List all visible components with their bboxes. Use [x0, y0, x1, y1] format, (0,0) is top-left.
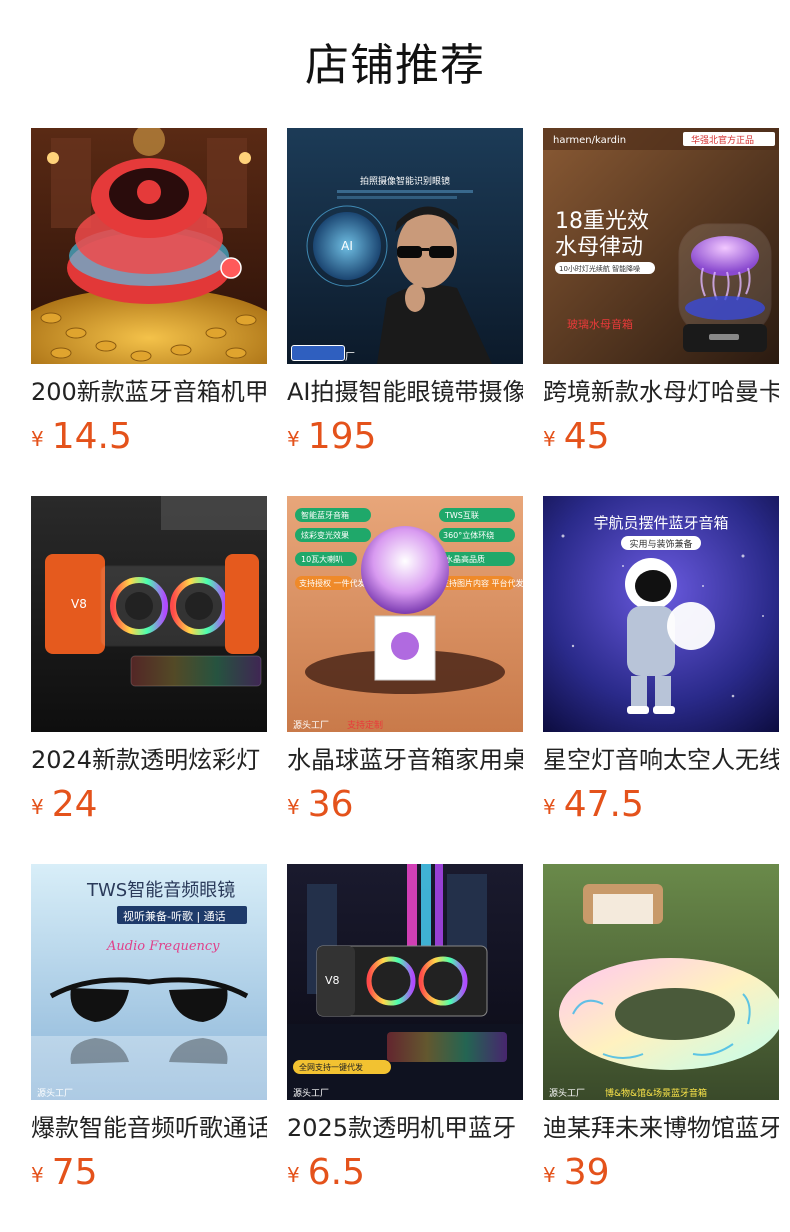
red-speaker-image: [31, 128, 267, 364]
product-card[interactable]: V8 2024新款透明炫彩灯 ¥24: [31, 496, 267, 864]
image-text: 视听兼备-听歌 | 通话: [123, 909, 226, 923]
product-image[interactable]: 拍照摄像智能识别眼镜 AI 源头工厂: [287, 128, 523, 364]
product-price: ¥195: [287, 416, 376, 458]
product-image[interactable]: [31, 128, 267, 364]
image-text: 宇航员摆件蓝牙音箱: [593, 514, 728, 532]
price-value: 45: [563, 416, 610, 457]
price-value: 24: [51, 784, 98, 825]
image-text: 实用与装饰兼备: [629, 538, 692, 550]
mecha-speaker-city-image: V8 全网支持一键代发 源头工厂: [287, 864, 523, 1100]
price-value: 6.5: [307, 1152, 365, 1193]
factory-badge: [291, 345, 345, 361]
transparent-speaker-image: V8: [31, 496, 267, 732]
product-image[interactable]: 宇航员摆件蓝牙音箱 实用与装饰兼备: [543, 496, 779, 732]
product-name[interactable]: 2024新款透明炫彩灯: [31, 744, 267, 776]
currency-symbol: ¥: [287, 427, 300, 451]
currency-symbol: ¥: [543, 1163, 556, 1187]
product-image[interactable]: 智能蓝牙音箱 炫彩变光效果 10瓦大喇叭 支持授权 一件代发 TWS互联 360…: [287, 496, 523, 732]
image-text: 水母律动: [555, 235, 643, 260]
image-text: V8: [71, 597, 87, 611]
product-price: ¥45: [543, 416, 610, 458]
product-image[interactable]: harmen/kardin 华强北官方正品 18重光效 水母律动 10小时灯光续…: [543, 128, 779, 364]
image-text: AI: [341, 239, 353, 253]
image-text: TWS互联: [444, 511, 479, 520]
product-price: ¥24: [31, 784, 98, 826]
price-value: 75: [51, 1152, 98, 1193]
image-text: 360°立体环绕: [443, 530, 494, 540]
product-card[interactable]: TWS智能音频眼镜 视听兼备-听歌 | 通话 Audio Frequency 源…: [31, 864, 267, 1232]
image-text: 智能蓝牙音箱: [301, 510, 349, 520]
price-value: 36: [307, 784, 354, 825]
product-price: ¥14.5: [31, 416, 132, 458]
product-card[interactable]: V8 全网支持一键代发 源头工厂 2025款透明机甲蓝牙 ¥6.5: [287, 864, 523, 1232]
audio-glasses-image: TWS智能音频眼镜 视听兼备-听歌 | 通话 Audio Frequency 源…: [31, 864, 267, 1100]
product-card[interactable]: 200新款蓝牙音箱机甲 ¥14.5: [31, 128, 267, 496]
price-value: 14.5: [51, 416, 132, 457]
product-card[interactable]: 宇航员摆件蓝牙音箱 实用与装饰兼备 星空灯音响太空人无线 ¥47.5: [543, 496, 779, 864]
image-text: Audio Frequency: [106, 939, 220, 954]
image-text: 源头工厂: [293, 1088, 329, 1099]
currency-symbol: ¥: [31, 1163, 44, 1187]
image-text: 水晶高品质: [445, 554, 485, 564]
product-name[interactable]: 2025款透明机甲蓝牙: [287, 1112, 523, 1144]
product-card[interactable]: 拍照摄像智能识别眼镜 AI 源头工厂 AI拍摄智能眼镜带摄像 ¥195: [287, 128, 523, 496]
product-image[interactable]: 源头工厂 博&物&馆&场景蓝牙音箱: [543, 864, 779, 1100]
image-text: 拍照摄像智能识别眼镜: [360, 175, 450, 187]
product-price: ¥75: [31, 1152, 98, 1194]
image-text: V8: [325, 974, 340, 987]
product-name[interactable]: 200新款蓝牙音箱机甲: [31, 376, 267, 408]
product-name[interactable]: 爆款智能音频听歌通话: [31, 1112, 267, 1144]
image-text: 源头工厂: [293, 720, 329, 731]
product-name[interactable]: 跨境新款水母灯哈曼卡顿: [543, 376, 779, 408]
product-grid: 200新款蓝牙音箱机甲 ¥14.5 拍照摄像智能识别眼镜 AI AI拍摄智能眼镜…: [31, 128, 779, 1232]
currency-symbol: ¥: [287, 1163, 300, 1187]
image-text: 玻璃水母音箱: [567, 317, 633, 331]
image-text: 支持定制: [347, 719, 383, 731]
product-price: ¥36: [287, 784, 354, 826]
image-text: 华强北官方正品: [691, 134, 754, 146]
product-name[interactable]: AI拍摄智能眼镜带摄像: [287, 376, 523, 408]
product-card[interactable]: 智能蓝牙音箱 炫彩变光效果 10瓦大喇叭 支持授权 一件代发 TWS互联 360…: [287, 496, 523, 864]
currency-symbol: ¥: [287, 795, 300, 819]
product-image[interactable]: TWS智能音频眼镜 视听兼备-听歌 | 通话 Audio Frequency 源…: [31, 864, 267, 1100]
currency-symbol: ¥: [31, 427, 44, 451]
smart-glasses-image: 拍照摄像智能识别眼镜 AI 源头工厂: [287, 128, 523, 364]
product-image[interactable]: V8: [31, 496, 267, 732]
image-text: TWS智能音频眼镜: [86, 880, 235, 901]
product-card[interactable]: harmen/kardin 华强北官方正品 18重光效 水母律动 10小时灯光续…: [543, 128, 779, 496]
price-value: 39: [563, 1152, 610, 1193]
image-text: 全网支持一键代发: [299, 1062, 363, 1072]
currency-symbol: ¥: [31, 795, 44, 819]
product-price: ¥39: [543, 1152, 610, 1194]
product-price: ¥6.5: [287, 1152, 365, 1194]
image-text: 10小时灯光续航 智能降噪: [559, 264, 640, 273]
image-text: 18重光效: [555, 209, 649, 234]
product-name[interactable]: 星空灯音响太空人无线: [543, 744, 779, 776]
astronaut-speaker-image: 宇航员摆件蓝牙音箱 实用与装饰兼备: [543, 496, 779, 732]
price-value: 195: [307, 416, 377, 457]
price-value: 47.5: [563, 784, 644, 825]
product-price: ¥47.5: [543, 784, 644, 826]
product-name[interactable]: 迪某拜未来博物馆蓝牙: [543, 1112, 779, 1144]
image-text: 源头工厂: [549, 1088, 585, 1099]
product-name[interactable]: 水晶球蓝牙音箱家用桌: [287, 744, 523, 776]
image-text: 支持图片内容 平台代发: [441, 578, 523, 588]
ring-lamp-image: 源头工厂 博&物&馆&场景蓝牙音箱: [543, 864, 779, 1100]
image-text: 支持授权 一件代发: [299, 578, 366, 588]
product-card[interactable]: 源头工厂 博&物&馆&场景蓝牙音箱 迪某拜未来博物馆蓝牙 ¥39: [543, 864, 779, 1232]
image-text: 10瓦大喇叭: [301, 554, 343, 564]
image-text: 炫彩变光效果: [301, 530, 349, 540]
image-text: 源头工厂: [37, 1088, 73, 1099]
product-image[interactable]: V8 全网支持一键代发 源头工厂: [287, 864, 523, 1100]
currency-symbol: ¥: [543, 427, 556, 451]
jellyfish-lamp-image: harmen/kardin 华强北官方正品 18重光效 水母律动 10小时灯光续…: [543, 128, 779, 364]
image-text: harmen/kardin: [553, 135, 626, 146]
page-title: 店铺推荐: [305, 40, 485, 91]
image-text: 博&物&馆&场景蓝牙音箱: [605, 1087, 707, 1099]
currency-symbol: ¥: [543, 795, 556, 819]
crystal-ball-image: 智能蓝牙音箱 炫彩变光效果 10瓦大喇叭 支持授权 一件代发 TWS互联 360…: [287, 496, 523, 732]
